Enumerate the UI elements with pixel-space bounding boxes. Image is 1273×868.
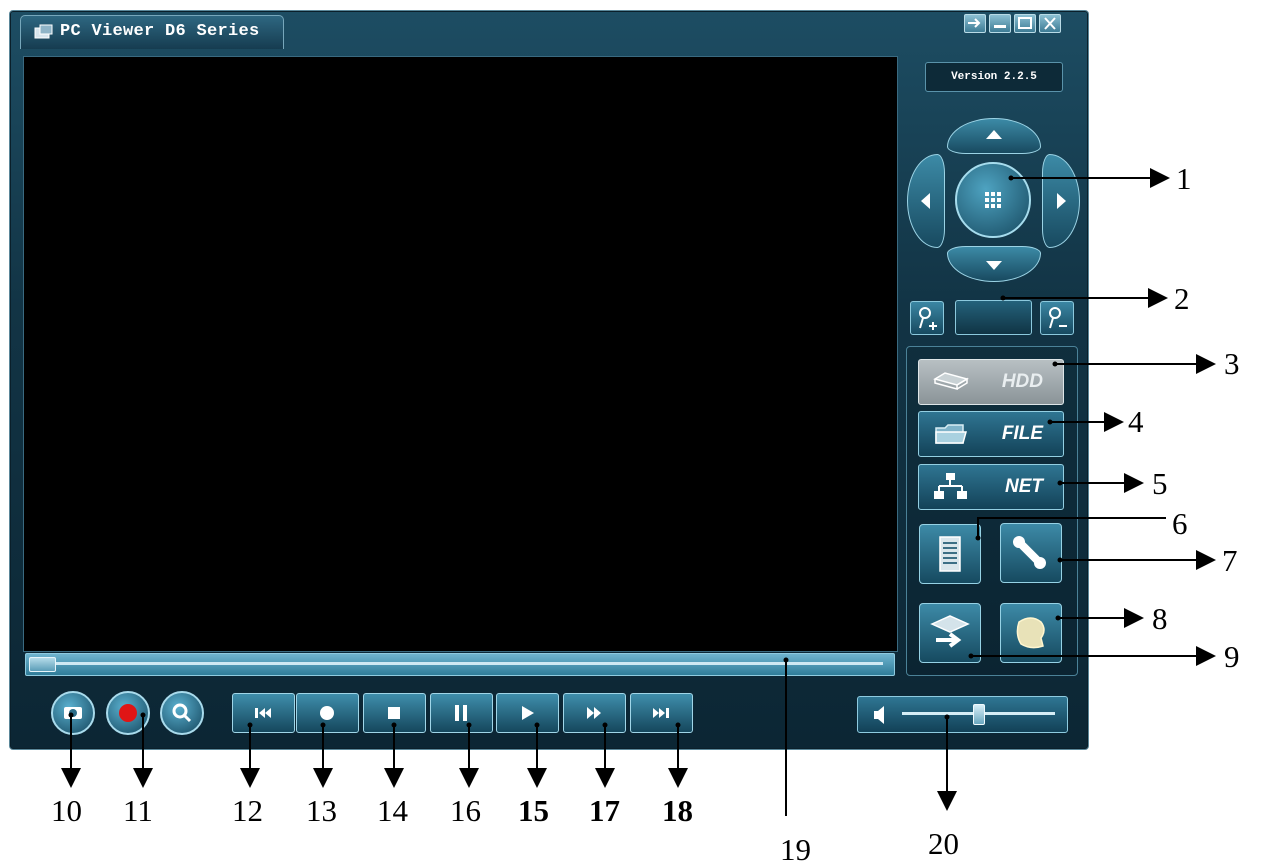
callout-2: 2 [1174, 281, 1190, 316]
callout-6: 6 [1172, 506, 1188, 541]
callout-12: 12 [232, 793, 263, 828]
callout-16: 16 [450, 793, 481, 828]
callout-14: 14 [377, 793, 408, 828]
callout-10: 10 [51, 793, 82, 828]
callout-5: 5 [1152, 466, 1168, 501]
callout-arrows [61, 168, 1216, 816]
callout-18: 18 [662, 793, 693, 828]
callout-7: 7 [1222, 543, 1238, 578]
callout-11: 11 [123, 793, 153, 828]
callout-1: 1 [1176, 161, 1192, 196]
callout-17: 17 [589, 793, 620, 828]
callout-19: 19 [780, 832, 811, 867]
callout-4: 4 [1128, 404, 1144, 439]
callout-20: 20 [928, 826, 959, 861]
callout-8: 8 [1152, 601, 1168, 636]
callout-3: 3 [1224, 346, 1240, 381]
callout-13: 13 [306, 793, 337, 828]
callout-9: 9 [1224, 639, 1240, 674]
callout-15: 15 [518, 793, 549, 828]
